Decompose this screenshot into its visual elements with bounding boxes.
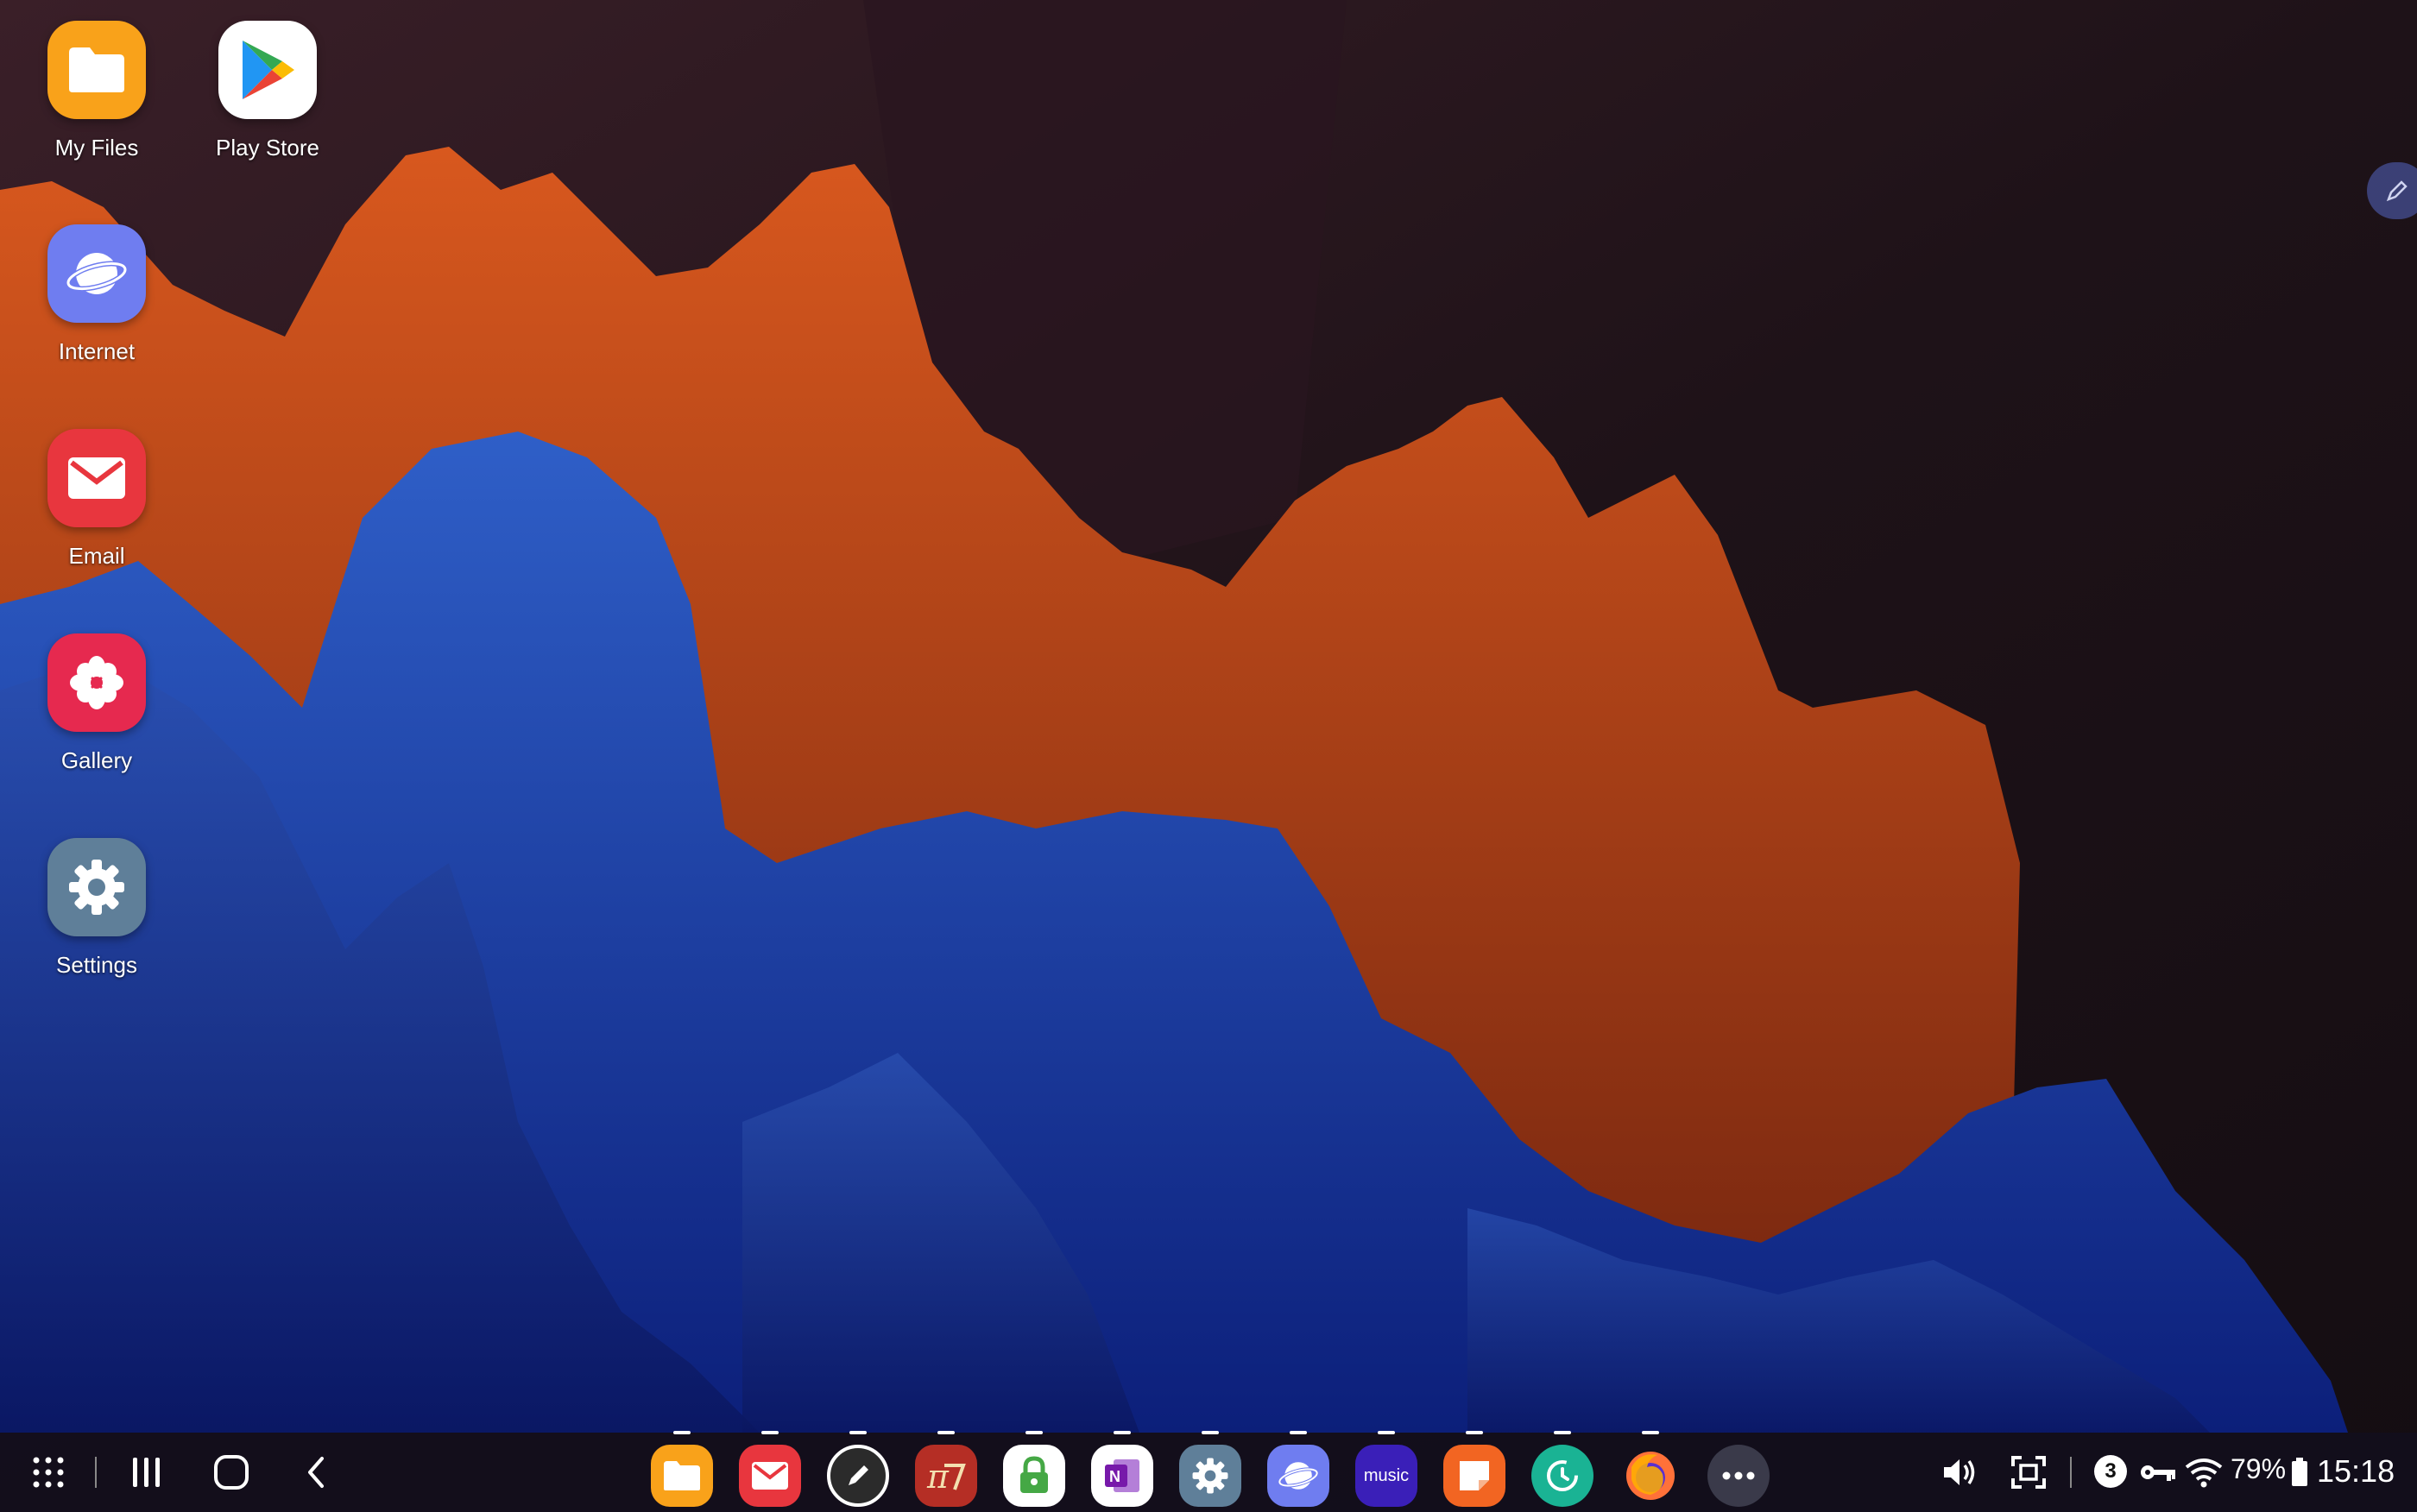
taskbar-app-firefox[interactable]	[1619, 1431, 1682, 1507]
taskbar-app-email[interactable]	[739, 1431, 801, 1507]
icon-label: Gallery	[60, 747, 133, 773]
volume-icon	[1944, 1459, 1975, 1485]
icon-label: My Files	[54, 135, 139, 161]
recents-icon	[133, 1458, 160, 1487]
desktop-icon-settings[interactable]: Settings	[10, 838, 183, 979]
texmaker-icon: π	[926, 1458, 966, 1495]
taskbar-more-apps-button[interactable]	[1707, 1445, 1770, 1507]
running-indicator	[673, 1431, 691, 1434]
taskbar-app-my-files[interactable]	[651, 1431, 713, 1507]
gallery-icon	[47, 633, 146, 732]
icon-label: Settings	[56, 952, 137, 978]
home-button[interactable]	[204, 1445, 259, 1500]
taskbar-app-vpn[interactable]	[1003, 1431, 1065, 1507]
battery-percent: 79%	[2231, 1453, 2287, 1484]
settings-icon	[47, 838, 146, 936]
edge-panel-handle[interactable]	[2367, 162, 2417, 219]
email-icon	[47, 429, 146, 527]
taskbar-app-amazon-music[interactable]: music	[1355, 1431, 1417, 1507]
running-indicator	[1202, 1431, 1219, 1434]
home-icon	[214, 1455, 249, 1490]
taskbar-app-texmaker[interactable]: π	[915, 1431, 977, 1507]
vpn-key-status	[2139, 1448, 2177, 1496]
icon-label: Email	[68, 543, 125, 569]
taskbar: π N music 3 79% 15:18	[0, 1431, 2417, 1512]
running-indicator	[937, 1431, 955, 1434]
running-indicator	[1290, 1431, 1307, 1434]
notification-badge[interactable]: 3	[2094, 1455, 2127, 1488]
svg-text:π: π	[926, 1458, 950, 1495]
wallpaper	[0, 0, 2417, 1512]
internet-icon	[1278, 1462, 1319, 1490]
sync-icon	[1547, 1460, 1578, 1491]
desktop-icon-internet[interactable]: Internet	[10, 224, 183, 365]
notification-count: 3	[2105, 1459, 2117, 1483]
internet-icon	[47, 224, 146, 323]
desktop-icon-my-files[interactable]: My Files	[10, 21, 183, 161]
back-button[interactable]	[288, 1445, 344, 1500]
status-divider	[2070, 1457, 2072, 1488]
desktop-icon-play-store[interactable]: Play Store	[181, 21, 354, 161]
back-icon	[308, 1457, 324, 1488]
running-indicator	[1025, 1431, 1043, 1434]
taskbar-app-internet[interactable]	[1267, 1431, 1329, 1507]
clock[interactable]: 15:18	[2317, 1453, 2395, 1490]
running-indicator	[1466, 1431, 1483, 1434]
running-indicator	[1114, 1431, 1131, 1434]
running-indicator	[1554, 1431, 1571, 1434]
screen-capture-button[interactable]	[2004, 1448, 2053, 1496]
screenshot-icon	[2011, 1456, 2046, 1489]
recents-button[interactable]	[119, 1445, 174, 1500]
pen-icon	[849, 1465, 868, 1485]
icon-label: Play Store	[216, 135, 319, 161]
running-indicator	[849, 1431, 867, 1434]
battery-icon	[2292, 1458, 2307, 1486]
desktop-icon-email[interactable]: Email	[10, 429, 183, 570]
taskbar-app-pen[interactable]	[827, 1431, 889, 1507]
pencil-icon	[2386, 180, 2408, 202]
running-indicator	[1378, 1431, 1395, 1434]
email-icon	[752, 1462, 788, 1490]
onenote-icon: N	[1105, 1459, 1139, 1492]
settings-icon	[1192, 1458, 1228, 1494]
apps-grid-button[interactable]	[21, 1445, 76, 1500]
taskbar-app-settings[interactable]	[1179, 1431, 1241, 1507]
amazon-music-icon: music	[1363, 1465, 1410, 1485]
desktop-icon-gallery[interactable]: Gallery	[10, 633, 183, 774]
taskbar-divider	[95, 1457, 97, 1488]
wifi-icon	[2185, 1458, 2223, 1488]
running-indicator	[761, 1431, 779, 1434]
svg-text:N: N	[1109, 1468, 1120, 1485]
taskbar-app-notes[interactable]	[1443, 1431, 1505, 1507]
notes-icon	[1460, 1461, 1489, 1490]
wifi-status	[2184, 1448, 2224, 1496]
firefox-icon	[1626, 1452, 1675, 1500]
battery-status	[2289, 1448, 2310, 1496]
running-indicator	[1642, 1431, 1659, 1434]
vpn-lock-icon	[1020, 1456, 1048, 1493]
icon-label: Internet	[58, 338, 136, 364]
folder-icon	[664, 1461, 700, 1490]
key-icon	[2141, 1465, 2175, 1481]
taskbar-app-onenote[interactable]: N	[1091, 1431, 1153, 1507]
volume-button[interactable]	[1937, 1448, 1982, 1496]
folder-icon	[47, 21, 146, 119]
play-store-icon	[218, 21, 317, 119]
apps-grid-icon	[33, 1457, 64, 1488]
more-icon	[1722, 1471, 1755, 1480]
taskbar-app-sync[interactable]	[1531, 1431, 1593, 1507]
